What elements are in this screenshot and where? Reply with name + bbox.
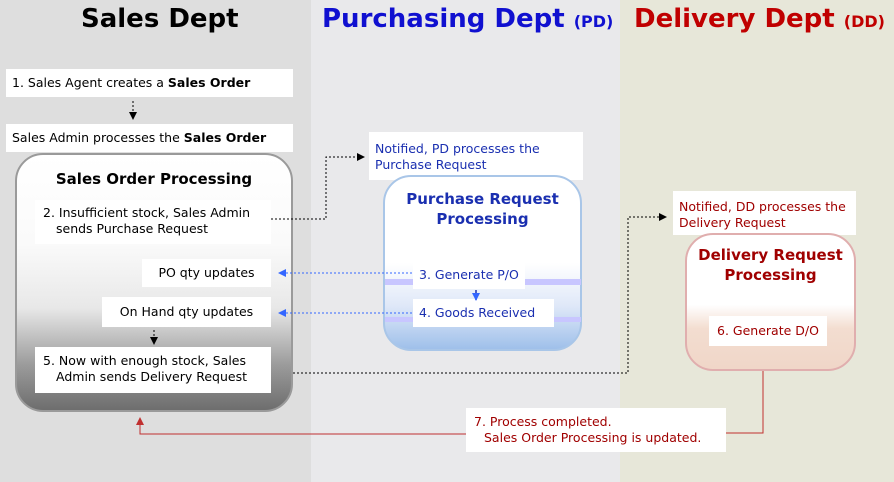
connector-arrows — [129, 101, 764, 435]
arrow-dd-to-completion — [726, 371, 764, 434]
arrow-completion-to-sales — [136, 417, 466, 435]
arrow-step5-to-dd — [293, 213, 667, 374]
arrow-step2-to-pd — [271, 153, 365, 220]
